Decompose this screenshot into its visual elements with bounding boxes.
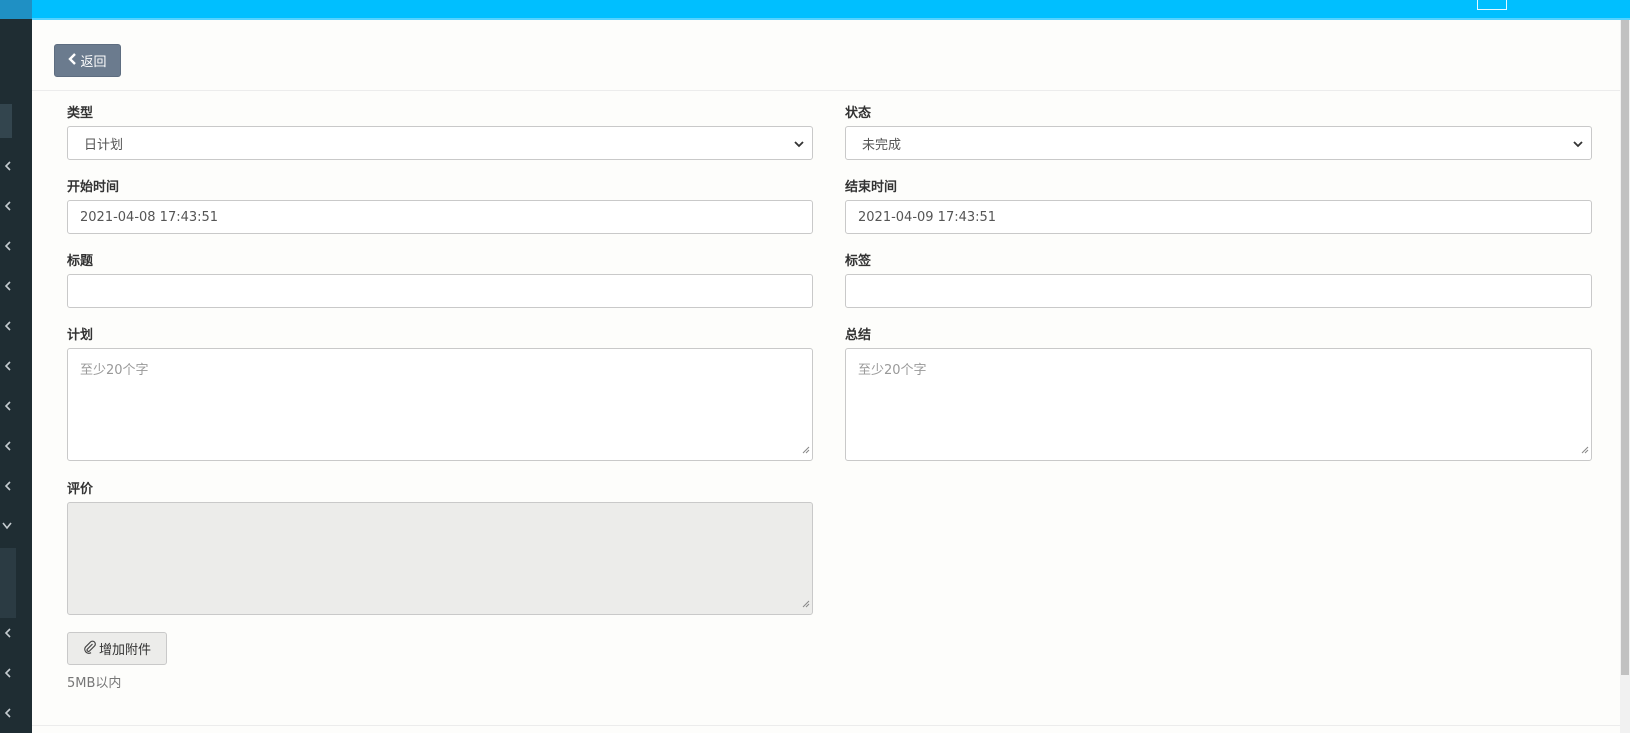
resize-grip-icon[interactable] [1581, 443, 1589, 458]
status-select[interactable]: 未完成 [845, 126, 1592, 160]
start-time-input[interactable]: 2021-04-08 17:43:51 [67, 200, 813, 234]
paperclip-icon [83, 640, 97, 657]
resize-grip-icon [802, 597, 810, 612]
back-button-label: 返回 [80, 54, 107, 69]
chevron-left-icon [68, 53, 78, 68]
top-navbar [32, 0, 1630, 20]
resize-grip-icon[interactable] [802, 443, 810, 458]
sidebar-chevron-left-icon[interactable] [0, 275, 14, 297]
type-label: 类型 [67, 106, 94, 121]
start-time-value: 2021-04-08 17:43:51 [80, 209, 219, 225]
sidebar-chevron-left-icon[interactable] [0, 662, 14, 684]
sidebar-logo-area [0, 0, 32, 19]
summary-label: 总结 [845, 328, 872, 343]
scrollbar-thumb[interactable] [1621, 20, 1629, 675]
plan-label: 计划 [67, 328, 94, 343]
navbar-toggle-button[interactable] [1477, 0, 1507, 10]
chevron-down-icon [1573, 138, 1583, 153]
sidebar-chevron-down-icon[interactable] [0, 515, 14, 537]
sidebar-chevron-left-icon[interactable] [0, 195, 14, 217]
end-time-value: 2021-04-09 17:43:51 [858, 209, 997, 225]
header-divider [32, 90, 1620, 91]
sidebar-item-active[interactable] [0, 104, 12, 138]
end-time-label: 结束时间 [845, 180, 898, 195]
sidebar-chevron-left-icon[interactable] [0, 315, 14, 337]
start-time-label: 开始时间 [67, 180, 120, 195]
sidebar-chevron-left-icon[interactable] [0, 355, 14, 377]
sidebar-chevron-left-icon[interactable] [0, 235, 14, 257]
plan-textarea[interactable]: 至少20个字 [67, 348, 813, 461]
end-time-input[interactable]: 2021-04-09 17:43:51 [845, 200, 1592, 234]
evaluation-label: 评价 [67, 482, 94, 497]
summary-textarea[interactable]: 至少20个字 [845, 348, 1592, 461]
chevron-down-icon [794, 138, 804, 153]
sidebar-chevron-left-icon[interactable] [0, 435, 14, 457]
type-select[interactable]: 日计划 [67, 126, 813, 160]
sidebar-chevron-left-icon[interactable] [0, 475, 14, 497]
sidebar-subitem-active[interactable] [0, 548, 16, 618]
evaluation-textarea [67, 502, 813, 615]
sidebar-chevron-left-icon[interactable] [0, 622, 14, 644]
back-button[interactable]: 返回 [54, 44, 121, 77]
add-attachment-label: 增加附件 [98, 642, 151, 657]
summary-placeholder: 至少20个字 [858, 363, 927, 378]
title-input[interactable] [67, 274, 813, 308]
plan-placeholder: 至少20个字 [80, 363, 149, 378]
sidebar-chevron-left-icon[interactable] [0, 395, 14, 417]
add-attachment-button[interactable]: 增加附件 [67, 632, 167, 665]
status-label: 状态 [845, 106, 872, 121]
sidebar-chevron-left-icon[interactable] [0, 155, 14, 177]
tags-input[interactable] [845, 274, 1592, 308]
status-select-value: 未完成 [862, 137, 902, 153]
sidebar-chevron-left-icon[interactable] [0, 702, 14, 724]
tags-label: 标签 [845, 254, 872, 269]
type-select-value: 日计划 [84, 137, 124, 153]
title-label: 标题 [67, 254, 94, 269]
footer-divider [32, 725, 1620, 726]
attachment-size-hint: 5MB以内 [67, 676, 122, 691]
